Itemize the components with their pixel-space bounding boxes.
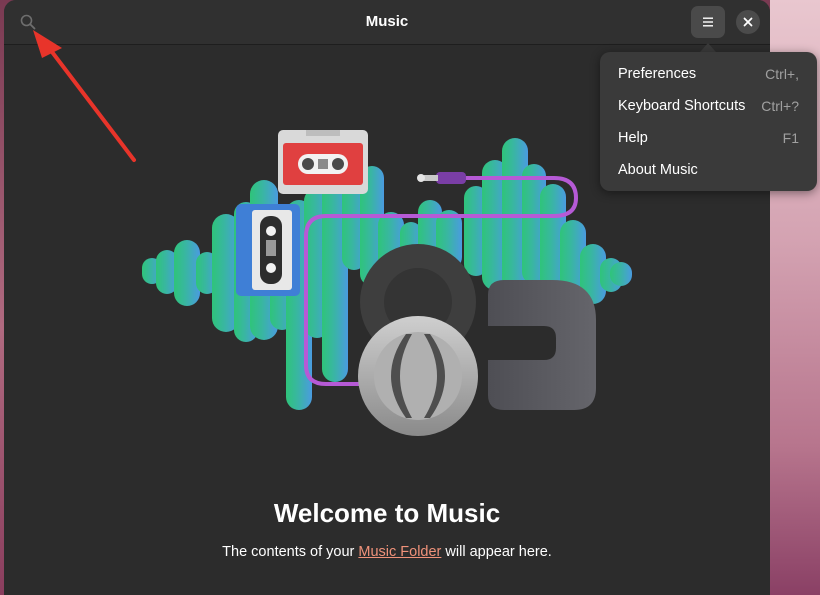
menu-item-accelerator: F1: [782, 130, 799, 146]
music-folder-link[interactable]: Music Folder: [358, 544, 441, 560]
menu-item-label: Keyboard Shortcuts: [618, 98, 746, 114]
welcome-subtitle: The contents of your Music Folder will a…: [4, 544, 770, 560]
menu-item-label: Preferences: [618, 66, 697, 82]
red-cassette: [278, 130, 368, 194]
menu-item-about-music[interactable]: About Music: [600, 154, 817, 186]
menu-item-label: Help: [618, 130, 648, 146]
menu-item-keyboard-shortcuts[interactable]: Keyboard Shortcuts Ctrl+?: [600, 90, 817, 122]
welcome-title: Welcome to Music: [273, 498, 501, 528]
menu-item-accelerator: Ctrl+,: [765, 66, 799, 82]
menu-item-label: About Music: [618, 162, 698, 178]
menu-item-accelerator: Ctrl+?: [761, 98, 799, 114]
blue-cassette: [236, 204, 300, 296]
subtitle-prefix: The contents of your: [222, 544, 359, 560]
main-menu-popover: Preferences Ctrl+, Keyboard Shortcuts Ct…: [600, 52, 817, 191]
menu-item-help[interactable]: Help F1: [600, 122, 817, 154]
subtitle-suffix: will appear here.: [441, 544, 552, 560]
menu-item-preferences[interactable]: Preferences Ctrl+,: [600, 58, 817, 90]
popover-arrow: [700, 43, 716, 52]
